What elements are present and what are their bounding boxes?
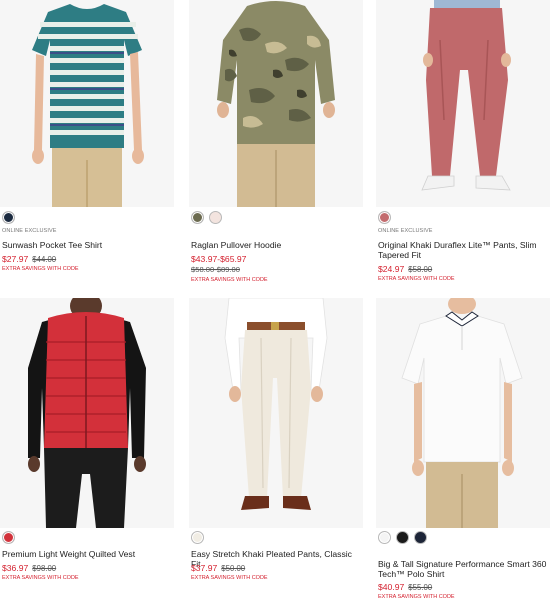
sale-price: $36.97 <box>2 563 29 573</box>
product-image-red-vest[interactable] <box>0 298 174 528</box>
sale-price: $43.97-$65.97 <box>191 254 247 264</box>
color-swatches <box>2 531 15 544</box>
color-swatches <box>191 211 222 224</box>
product-name[interactable]: Raglan Pullover Hoodie <box>191 240 363 250</box>
color-swatch[interactable] <box>378 211 391 224</box>
sale-price: $24.97 <box>378 264 405 274</box>
original-price: $58.00-$89.00 <box>191 265 240 274</box>
product-price: $36.97 $98.00 <box>2 563 56 573</box>
original-price: $98.00 <box>32 564 57 573</box>
color-swatches <box>378 211 391 224</box>
product-image-striped-tee[interactable] <box>0 0 174 207</box>
product-image-camo-hoodie[interactable] <box>189 0 363 207</box>
original-price: $55.00 <box>408 583 433 592</box>
product-name[interactable]: Premium Light Weight Quilted Vest <box>2 549 174 559</box>
promo-text: EXTRA SAVINGS WITH CODE <box>191 575 268 581</box>
product-image-cream-pants[interactable] <box>189 298 363 528</box>
color-swatches <box>191 531 204 544</box>
product-name[interactable]: Big & Tall Signature Performance Smart 3… <box>378 559 550 579</box>
product-price: $43.97-$65.97 <box>191 254 246 264</box>
promo-text: EXTRA SAVINGS WITH CODE <box>378 276 455 282</box>
sale-price: $37.97 <box>191 563 218 573</box>
color-swatch[interactable] <box>396 531 409 544</box>
original-price: $50.00 <box>221 564 246 573</box>
color-swatches <box>2 211 15 224</box>
product-name[interactable]: Original Khaki Duraflex Lite™ Pants, Sli… <box>378 240 550 260</box>
color-swatch[interactable] <box>209 211 222 224</box>
color-swatch[interactable] <box>191 211 204 224</box>
color-swatch[interactable] <box>2 531 15 544</box>
color-swatches <box>378 531 427 544</box>
color-swatch[interactable] <box>414 531 427 544</box>
promo-text: EXTRA SAVINGS WITH CODE <box>2 266 79 272</box>
original-price: $58.00 <box>408 265 433 274</box>
promo-text: EXTRA SAVINGS WITH CODE <box>378 594 455 600</box>
promo-text: EXTRA SAVINGS WITH CODE <box>191 277 268 283</box>
color-swatch[interactable] <box>378 531 391 544</box>
product-name[interactable]: Sunwash Pocket Tee Shirt <box>2 240 174 250</box>
product-price: $37.97 $50.00 <box>191 563 245 573</box>
product-image-white-polo[interactable] <box>376 298 550 528</box>
online-exclusive-tag: ONLINE EXCLUSIVE <box>378 228 433 234</box>
product-price: $27.97 $44.00 <box>2 254 56 264</box>
product-price: $24.97 $58.00 <box>378 264 432 274</box>
color-swatch[interactable] <box>2 211 15 224</box>
product-price: $40.97 $55.00 <box>378 582 432 592</box>
sale-price: $27.97 <box>2 254 29 264</box>
sale-price: $40.97 <box>378 582 405 592</box>
product-image-red-pants[interactable] <box>376 0 550 207</box>
original-price: $44.00 <box>32 255 57 264</box>
promo-text: EXTRA SAVINGS WITH CODE <box>2 575 79 581</box>
color-swatch[interactable] <box>191 531 204 544</box>
online-exclusive-tag: ONLINE EXCLUSIVE <box>2 228 57 234</box>
